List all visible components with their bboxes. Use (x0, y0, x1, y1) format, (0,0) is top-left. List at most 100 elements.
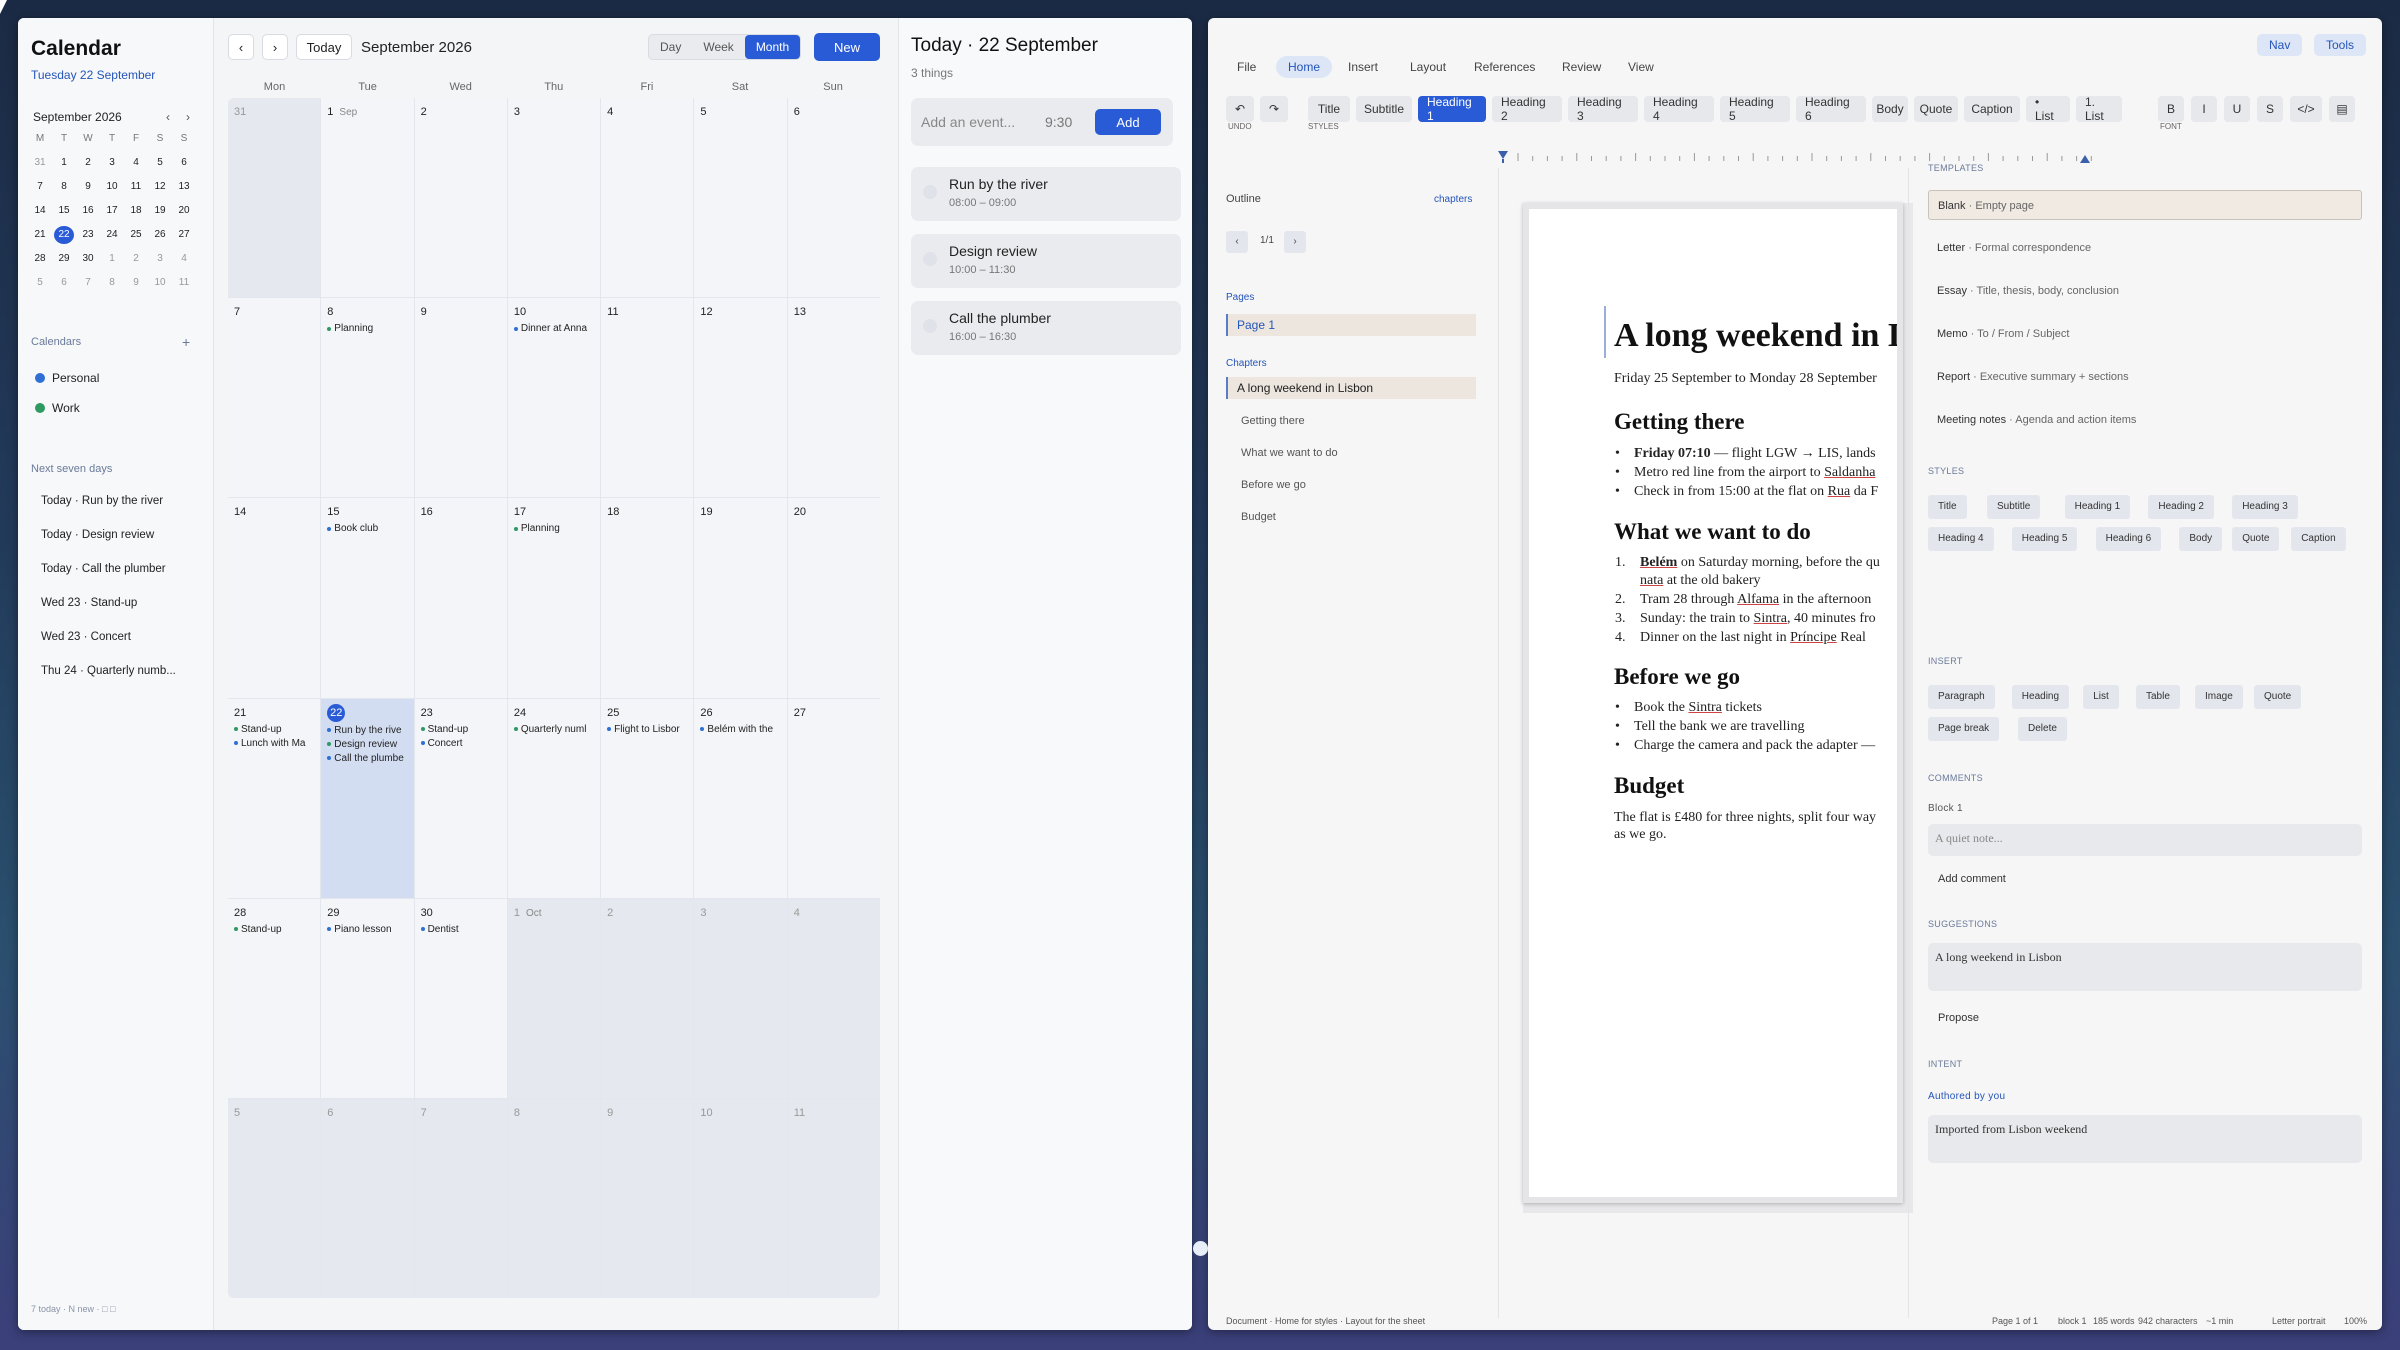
mini-day[interactable]: 4 (172, 250, 196, 268)
event-check-icon[interactable] (923, 185, 937, 199)
sty-chips-chip[interactable]: Body (2179, 527, 2223, 551)
next-month-button[interactable]: › (262, 34, 288, 60)
menu-file[interactable]: File (1237, 60, 1256, 74)
day-cell[interactable]: 11 (601, 298, 694, 498)
calendar-work[interactable]: Work (35, 401, 80, 415)
calendar-event[interactable]: Stand-up (420, 724, 501, 735)
next-item[interactable]: Thu 24 · Quarterly numb... (41, 665, 176, 677)
paragraph[interactable]: as we go. (1614, 827, 1667, 843)
day-cell[interactable]: 9 (414, 298, 507, 498)
mini-day[interactable]: 20 (172, 202, 196, 220)
day-cell[interactable]: 1 Oct (507, 898, 601, 1098)
day-cell[interactable]: 22 Run by the rive Design review Call the p… (321, 698, 414, 898)
list-item[interactable]: Charge the camera and pack the adapter — (1634, 738, 1875, 754)
mini-day[interactable]: 8 (100, 274, 124, 292)
day-cell[interactable]: 2 (601, 898, 694, 1098)
calendar-event[interactable]: Dinner at Anna (513, 323, 594, 334)
menu-home[interactable]: Home (1276, 56, 1333, 78)
day-cell[interactable]: 5 (228, 1098, 321, 1298)
menu-insert[interactable]: Insert (1348, 60, 1378, 74)
day-cell[interactable]: 23 Stand-up Concert (414, 698, 507, 898)
heading-budget[interactable]: Budget (1614, 773, 1684, 799)
menu-review[interactable]: Review (1562, 60, 1601, 74)
day-cell[interactable]: 7 (228, 298, 321, 498)
list-item[interactable]: Check in from 15:00 at the flat on Rua d… (1634, 484, 1878, 500)
heading-getting-there[interactable]: Getting there (1614, 409, 1745, 435)
mini-day[interactable]: 2 (124, 250, 148, 268)
day-cell[interactable]: 3 (694, 898, 787, 1098)
day-cell[interactable]: 2 (414, 98, 507, 298)
day-cell[interactable]: 29 Piano lesson (321, 898, 414, 1098)
template-item[interactable]: Memo · To / From / Subject (1928, 319, 2362, 349)
day-cell[interactable]: 31 (228, 98, 321, 298)
mini-day[interactable]: 11 (172, 274, 196, 292)
mini-day[interactable]: 15 (52, 202, 76, 220)
chapter-item[interactable]: Budget (1241, 511, 1276, 523)
mini-day[interactable]: 6 (52, 274, 76, 292)
mini-day[interactable]: 22 (54, 226, 74, 244)
calendar-event[interactable]: Book club (327, 523, 407, 534)
ins-chips-chip[interactable]: Paragraph (1928, 685, 1995, 709)
list-item[interactable]: Metro red line from the airport to Salda… (1634, 465, 1875, 481)
mini-day[interactable]: 11 (124, 178, 148, 196)
chapter-item[interactable]: A long weekend in Lisbon (1226, 377, 1476, 399)
mini-day[interactable]: 6 (172, 154, 196, 172)
style-heading-5-button[interactable]: Heading 5 (1720, 95, 1790, 123)
day-cell[interactable]: 5 (694, 98, 787, 298)
calendar-event[interactable]: Piano lesson (327, 924, 407, 935)
mini-day[interactable]: 4 (124, 154, 148, 172)
nav-button[interactable]: Nav (2257, 34, 2303, 56)
day-cell[interactable]: 14 (228, 498, 321, 698)
mini-day[interactable]: 26 (148, 226, 172, 244)
day-cell[interactable]: 19 (694, 498, 787, 698)
mini-next-button[interactable]: › (186, 110, 190, 124)
day-cell[interactable]: 1 Sep (321, 98, 414, 298)
propose-button[interactable]: Propose (1938, 1012, 1979, 1024)
day-event[interactable]: Call the plumber 16:00 – 16:30 (911, 301, 1181, 355)
calendar-event[interactable]: Dentist (420, 924, 501, 935)
event-check-icon[interactable] (923, 319, 937, 333)
sty-chips-chip[interactable]: Subtitle (1987, 495, 2041, 519)
day-cell[interactable]: 13 (787, 298, 880, 498)
next-item[interactable]: Today · Design review (41, 529, 154, 541)
ruler[interactable] (1498, 151, 2178, 163)
mini-day[interactable]: 13 (172, 178, 196, 196)
day-cell[interactable]: 7 (414, 1098, 507, 1298)
calendar-personal[interactable]: Personal (35, 371, 99, 385)
new-event-button[interactable]: New (814, 33, 880, 61)
style-heading-4-button[interactable]: Heading 4 (1644, 95, 1714, 123)
calendar-event[interactable]: Lunch with Ma (234, 738, 314, 749)
day-cell[interactable]: 10 Dinner at Anna (507, 298, 601, 498)
calendar-event[interactable]: Call the plumbe (327, 753, 407, 764)
template-item[interactable]: Report · Executive summary + sections (1928, 362, 2362, 392)
day-event[interactable]: Run by the river 08:00 – 09:00 (911, 167, 1181, 221)
mini-day[interactable]: 23 (76, 226, 100, 244)
document-page[interactable]: A long weekend in Lisbon Friday 25 Septe… (1523, 203, 1903, 1203)
style-caption-button[interactable]: Caption (1964, 96, 2020, 122)
redo-icon[interactable]: ↷ (1260, 96, 1289, 122)
day-cell[interactable]: 24 Quarterly numl (507, 698, 601, 898)
day-cell[interactable]: 9 (601, 1098, 694, 1298)
day-cell[interactable]: 4 (787, 898, 880, 1098)
mini-day[interactable]: 3 (100, 154, 124, 172)
add-event-time[interactable]: 9:30 (1045, 114, 1072, 130)
template-item[interactable]: Blank · Empty page (1928, 190, 2362, 220)
mini-prev-button[interactable]: ‹ (166, 110, 170, 124)
ins-chips-chip[interactable]: Quote (2254, 685, 2302, 709)
mini-day[interactable]: 14 (28, 202, 52, 220)
outline-page-1[interactable]: Page 1 (1226, 314, 1476, 336)
heading-before-we-go[interactable]: Before we go (1614, 664, 1740, 690)
day-cell[interactable]: 11 (787, 1098, 880, 1298)
day-cell[interactable]: 6 (321, 1098, 414, 1298)
calendar-event[interactable]: Planning (327, 323, 407, 334)
calendar-event[interactable]: Belém with the (700, 724, 780, 735)
mini-day[interactable]: 24 (100, 226, 124, 244)
template-item[interactable]: Essay · Title, thesis, body, conclusion (1928, 276, 2362, 306)
strike-button[interactable]: S (2257, 96, 2283, 122)
style-heading-2-button[interactable]: Heading 2 (1492, 95, 1562, 123)
mini-day[interactable]: 21 (28, 226, 52, 244)
day-cell[interactable]: 25 Flight to Lisbor (601, 698, 694, 898)
mini-day[interactable]: 1 (100, 250, 124, 268)
day-cell[interactable]: 21 Stand-up Lunch with Ma (228, 698, 321, 898)
style-body-button[interactable]: Body (1872, 96, 1908, 122)
